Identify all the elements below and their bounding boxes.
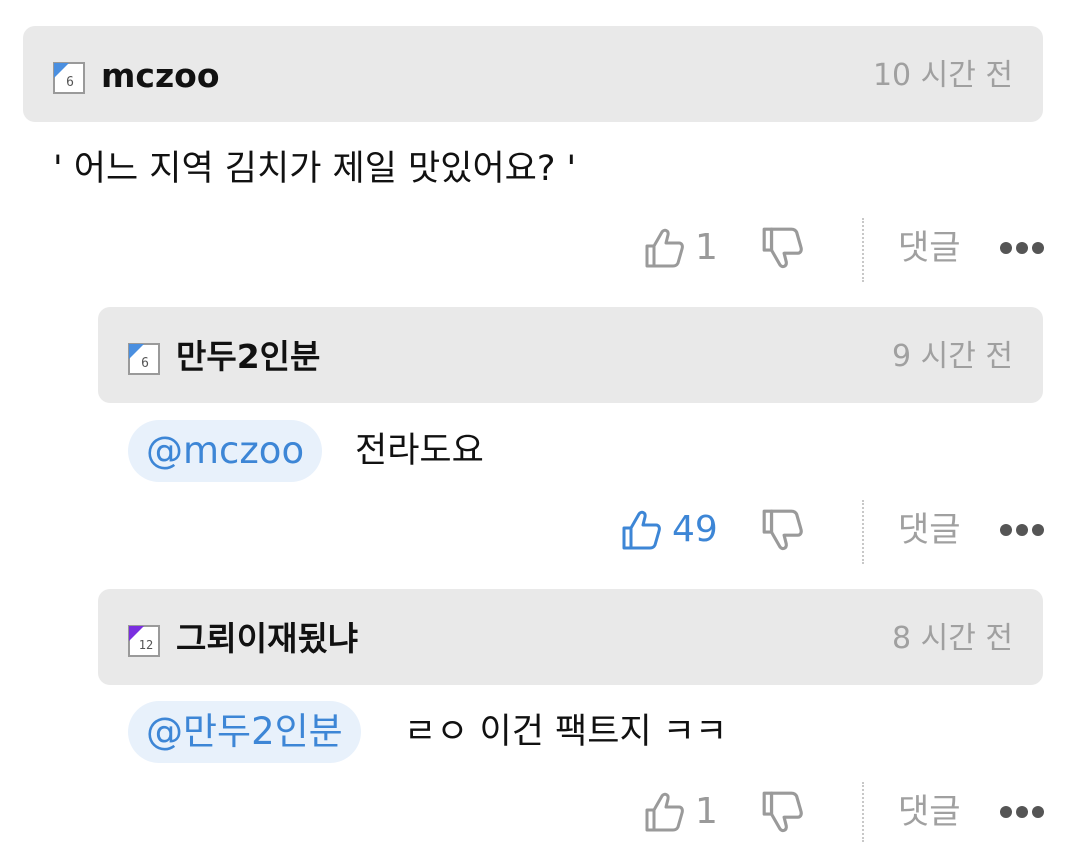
timestamp: 10 시간 전	[872, 58, 1013, 93]
thumbs-down-icon[interactable]	[760, 224, 804, 272]
comment-actions: 1 댓글	[0, 782, 1071, 842]
mention-tag[interactable]: @mczoo	[128, 420, 323, 482]
level-badge-icon: 6	[53, 62, 85, 94]
svg-text:12: 12	[139, 638, 153, 652]
thumbs-up-icon	[645, 228, 684, 268]
divider	[862, 782, 864, 842]
username[interactable]: 그뢰이재됬냐	[176, 619, 358, 659]
divider	[862, 500, 864, 564]
username[interactable]: mczoo	[101, 56, 220, 96]
comment-header: 6 mczoo 10 시간 전	[23, 26, 1043, 122]
svg-text:6: 6	[141, 356, 149, 371]
comment-text: ㄹㅇ 이건 팩트지 ㅋㅋ	[404, 712, 728, 752]
like-count: 1	[695, 227, 718, 268]
svg-text:6: 6	[66, 75, 74, 90]
level-badge-icon: 12	[128, 625, 160, 657]
mention-tag[interactable]: @만두2인분	[128, 701, 361, 763]
like-count: 1	[695, 791, 718, 832]
like-button[interactable]: 1	[643, 786, 743, 838]
comment-text: 전라도요	[355, 431, 484, 471]
username[interactable]: 만두2인분	[176, 337, 320, 377]
divider	[862, 218, 864, 282]
thumbs-up-icon	[645, 792, 684, 832]
more-dots-icon[interactable]	[1000, 510, 1044, 550]
timestamp: 8 시간 전	[892, 621, 1013, 656]
level-badge-icon: 6	[128, 343, 160, 375]
comment-header: 12 그뢰이재됬냐 8 시간 전	[98, 589, 1043, 685]
comment-text: ' 어느 지역 김치가 제일 맛있어요? '	[53, 149, 577, 189]
reply-button[interactable]: 댓글	[898, 224, 961, 272]
comment-actions: 49 댓글	[0, 500, 1071, 564]
thumbs-down-icon[interactable]	[760, 506, 804, 554]
reply-button[interactable]: 댓글	[898, 506, 961, 554]
timestamp: 9 시간 전	[892, 339, 1013, 374]
like-button[interactable]: 1	[643, 222, 743, 274]
like-button[interactable]: 49	[620, 504, 720, 556]
reply-button[interactable]: 댓글	[898, 788, 961, 836]
more-dots-icon[interactable]	[1000, 792, 1044, 832]
thumbs-up-icon	[622, 510, 661, 550]
thumbs-down-icon[interactable]	[760, 788, 804, 836]
more-dots-icon[interactable]	[1000, 228, 1044, 268]
comment-actions: 1 댓글	[0, 218, 1071, 282]
comment-header: 6 만두2인분 9 시간 전	[98, 307, 1043, 403]
like-count: 49	[672, 509, 718, 550]
